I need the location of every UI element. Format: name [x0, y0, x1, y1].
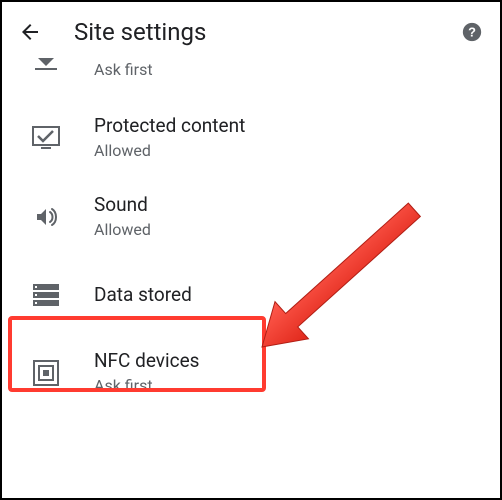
- item-title: NFC devices: [94, 349, 199, 374]
- list-item[interactable]: Protected content Allowed: [2, 98, 500, 177]
- download-icon: [26, 58, 66, 70]
- item-title: Data stored: [94, 283, 192, 308]
- item-sub: Allowed: [94, 220, 151, 241]
- nfc-icon: [26, 353, 66, 393]
- item-title: Sound: [94, 193, 151, 218]
- svg-text:?: ?: [468, 25, 476, 40]
- item-sub: Ask first: [94, 376, 199, 397]
- item-text: Sound Allowed: [94, 193, 151, 240]
- item-text: Ask first: [94, 58, 153, 81]
- item-sub: Allowed: [94, 141, 245, 162]
- page-title: Site settings: [74, 18, 460, 46]
- help-icon[interactable]: ?: [460, 20, 484, 44]
- item-text: Protected content Allowed: [94, 114, 245, 161]
- item-title: Protected content: [94, 114, 245, 139]
- list-item[interactable]: Ask first: [2, 58, 500, 98]
- back-arrow-icon[interactable]: [18, 20, 42, 44]
- list-item-data-stored[interactable]: Data stored: [2, 257, 500, 333]
- protected-content-icon: [26, 118, 66, 158]
- item-text: NFC devices Ask first: [94, 349, 199, 396]
- sound-icon: [26, 197, 66, 237]
- data-stored-icon: [26, 275, 66, 315]
- item-sub: Ask first: [94, 60, 153, 81]
- header: Site settings ?: [2, 2, 500, 58]
- list-item[interactable]: NFC devices Ask first: [2, 333, 500, 400]
- item-text: Data stored: [94, 283, 192, 308]
- settings-list: Ask first Protected content Allowed Soun…: [2, 58, 500, 400]
- list-item[interactable]: Sound Allowed: [2, 177, 500, 256]
